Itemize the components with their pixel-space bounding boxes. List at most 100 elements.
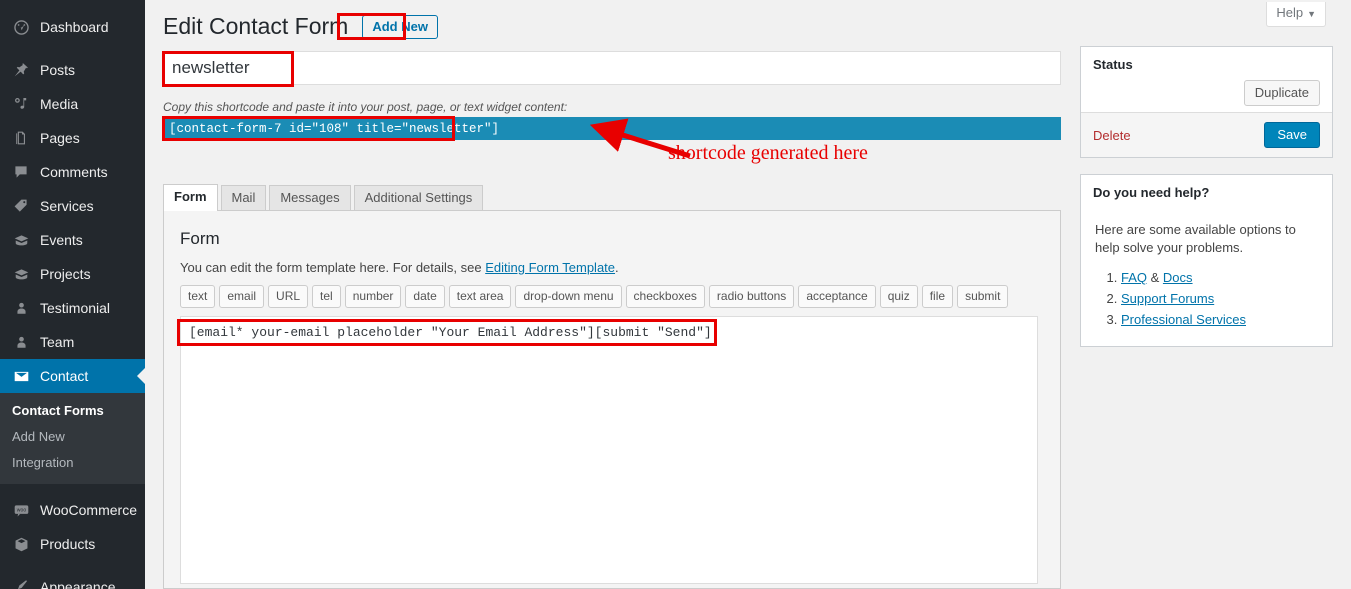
- person-icon: [11, 332, 31, 352]
- tab-mail[interactable]: Mail: [220, 185, 267, 211]
- submenu-item-integration[interactable]: Integration: [0, 450, 73, 476]
- help-links-list: FAQ & Docs Support Forums Professional S…: [1095, 267, 1318, 330]
- support-forums-link[interactable]: Support Forums: [1121, 291, 1214, 306]
- tag-button-acceptance[interactable]: acceptance: [798, 285, 876, 308]
- delete-link[interactable]: Delete: [1093, 128, 1131, 143]
- envelope-icon: [11, 366, 31, 386]
- annotation-label: shortcode generated here: [668, 142, 868, 164]
- tag-button-checkboxes[interactable]: checkboxes: [625, 285, 705, 308]
- professional-services-link[interactable]: Professional Services: [1121, 312, 1246, 327]
- help-box-description: Here are some available options to help …: [1095, 222, 1296, 255]
- pages-icon: [11, 128, 31, 148]
- sidebar-item-posts[interactable]: Posts: [0, 53, 145, 87]
- wp-admin-screen: Dashboard Posts Media Pages Comments Ser…: [0, 0, 1351, 589]
- sidebar-item-label: Contact: [40, 368, 89, 384]
- sidebar-item-label: Comments: [40, 164, 108, 180]
- sidebar-item-testimonial[interactable]: Testimonial: [0, 291, 145, 325]
- paintbrush-icon: [11, 577, 31, 589]
- tag-button-number[interactable]: number: [344, 285, 402, 308]
- tab-form[interactable]: Form: [163, 184, 218, 211]
- tab-additional-settings[interactable]: Additional Settings: [353, 185, 484, 211]
- editing-form-template-link[interactable]: Editing Form Template: [485, 260, 615, 275]
- pin-icon: [11, 60, 31, 80]
- sidebar-item-label: Projects: [40, 266, 91, 282]
- save-button[interactable]: Save: [1264, 122, 1320, 148]
- form-template-textarea[interactable]: [email* your-email placeholder "Your Ema…: [180, 316, 1038, 584]
- tag-button-text-area[interactable]: text area: [448, 285, 512, 308]
- form-title-input[interactable]: [163, 51, 1061, 85]
- sidebar-item-label: Dashboard: [40, 19, 109, 35]
- svg-text:woo: woo: [16, 507, 26, 513]
- docs-link[interactable]: Docs: [1163, 270, 1193, 285]
- status-box-title: Status: [1093, 57, 1133, 72]
- faq-link[interactable]: FAQ: [1121, 270, 1147, 285]
- admin-sidebar: Dashboard Posts Media Pages Comments Ser…: [0, 0, 145, 589]
- add-new-button[interactable]: Add New: [362, 14, 438, 39]
- duplicate-button[interactable]: Duplicate: [1243, 80, 1320, 106]
- chevron-down-icon: ▼: [1307, 9, 1316, 19]
- sidebar-item-label: Media: [40, 96, 79, 112]
- tab-messages[interactable]: Messages: [269, 185, 351, 211]
- sidebar-item-events[interactable]: Events: [0, 223, 145, 257]
- sidebar-item-dashboard[interactable]: Dashboard: [0, 10, 145, 44]
- dashboard-icon: [11, 17, 31, 37]
- tag-button-radio-buttons[interactable]: radio buttons: [708, 285, 795, 308]
- status-postbox: Status Duplicate Delete Save: [1080, 46, 1333, 158]
- sidebar-item-media[interactable]: Media: [0, 87, 145, 121]
- sidebar-item-projects[interactable]: Projects: [0, 257, 145, 291]
- sidebar-item-team[interactable]: Team: [0, 325, 145, 359]
- sidebar-item-pages[interactable]: Pages: [0, 121, 145, 155]
- list-item: Support Forums: [1121, 288, 1318, 309]
- tag-button-quiz[interactable]: quiz: [879, 285, 918, 308]
- tag-button-date[interactable]: date: [405, 285, 445, 308]
- person-icon: [11, 298, 31, 318]
- tag-button-drop-down-menu[interactable]: drop-down menu: [515, 285, 622, 308]
- tag-button-file[interactable]: file: [921, 285, 954, 308]
- page-title: Edit Contact Form: [163, 13, 349, 39]
- form-panel: Form You can edit the form template here…: [163, 210, 1061, 589]
- comment-icon: [11, 162, 31, 182]
- sidebar-item-contact[interactable]: Contact: [0, 359, 145, 393]
- list-item: Professional Services: [1121, 309, 1318, 330]
- help-box-title: Do you need help?: [1093, 185, 1210, 200]
- tag-button-url[interactable]: URL: [268, 285, 309, 308]
- form-section-heading: Form: [180, 229, 220, 248]
- submenu-heading: Contact Forms: [12, 403, 104, 418]
- settings-tabs: Form Mail Messages Additional Settings: [163, 184, 486, 211]
- tag-button-tel[interactable]: tel: [312, 285, 341, 308]
- sidebar-item-label: Products: [40, 536, 96, 552]
- media-icon: [11, 94, 31, 114]
- tag-button-email[interactable]: email: [219, 285, 265, 308]
- graduation-cap-icon: [11, 230, 31, 250]
- shortcode-input[interactable]: [163, 117, 1061, 140]
- sidebar-item-label: WooCommerce: [40, 502, 137, 518]
- sidebar-item-woocommerce[interactable]: woo WooCommerce: [0, 493, 145, 527]
- sidebar-postboxes: Status Duplicate Delete Save Do you need…: [1080, 46, 1333, 363]
- shortcode-help-text: Copy this shortcode and paste it into yo…: [163, 100, 568, 114]
- sidebar-item-label: Team: [40, 334, 75, 350]
- sidebar-item-products[interactable]: Products: [0, 527, 145, 561]
- sidebar-item-label: Testimonial: [40, 300, 111, 316]
- woocommerce-icon: woo: [11, 500, 31, 520]
- contact-submenu: Contact Forms Add New Integration: [0, 393, 145, 484]
- box-icon: [11, 534, 31, 554]
- submenu-item-add-new[interactable]: Add New: [0, 424, 65, 450]
- form-desc-suffix: .: [615, 260, 619, 275]
- tag-generator-buttons: text email URL tel number date text area…: [180, 285, 1044, 308]
- list-item: FAQ & Docs: [1121, 267, 1318, 288]
- help-label: Help: [1276, 5, 1304, 20]
- tag-button-submit[interactable]: submit: [957, 285, 1009, 308]
- main-content: Help▼ Edit Contact Form Add New Copy thi…: [145, 0, 1351, 589]
- sidebar-item-appearance[interactable]: Appearance: [0, 570, 145, 589]
- help-postbox: Do you need help? Here are some availabl…: [1080, 174, 1333, 347]
- sidebar-item-label: Events: [40, 232, 83, 248]
- page-header: Edit Contact Form Add New: [163, 12, 438, 41]
- sidebar-item-services[interactable]: Services: [0, 189, 145, 223]
- sidebar-item-comments[interactable]: Comments: [0, 155, 145, 189]
- sidebar-item-label: Posts: [40, 62, 76, 78]
- form-desc-prefix: You can edit the form template here. For…: [180, 260, 486, 275]
- tag-button-text[interactable]: text: [180, 285, 216, 308]
- faq-docs-separator: &: [1147, 270, 1163, 285]
- sidebar-item-label: Pages: [40, 130, 80, 146]
- help-toggle-button[interactable]: Help ▼: [1266, 2, 1326, 27]
